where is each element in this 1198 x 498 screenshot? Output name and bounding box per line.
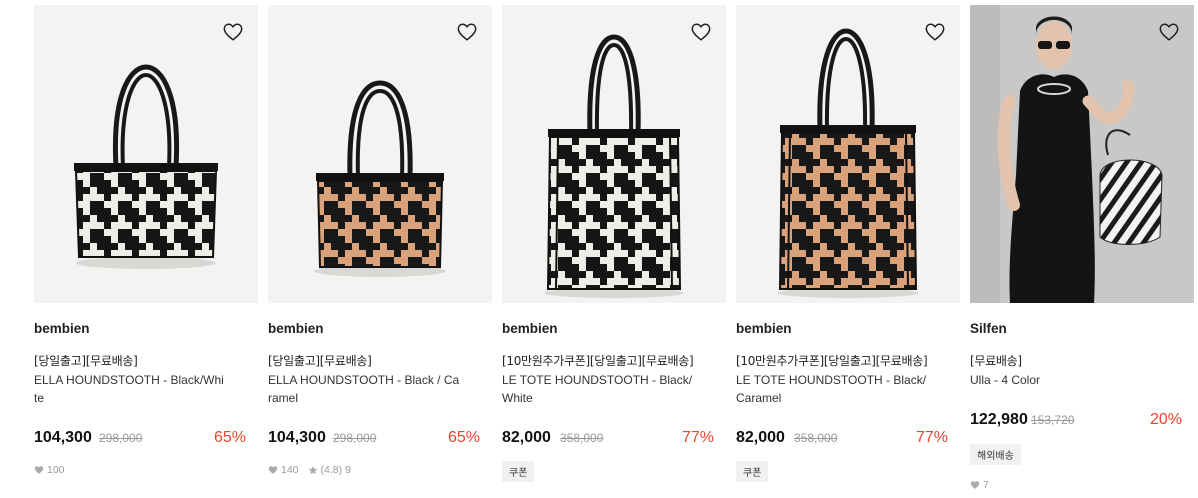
discount-rate: 65% [447, 429, 480, 446]
product-name[interactable]: LE TOTE HOUNDSTOOTH - Black/ White [502, 371, 716, 407]
product-name-line1: Ulla - 4 Color [970, 373, 1041, 387]
bag-image-ella-black-white [34, 5, 258, 303]
sale-price: 104,300 [34, 429, 92, 446]
model-with-zebra-bag-image [970, 5, 1194, 303]
product-name-line2: White [502, 391, 533, 405]
promo-tags: [당일출고][무료배송] [34, 354, 138, 368]
product-card[interactable]: bembien [10만원추가쿠폰][당일출고][무료배송] LE TOTE H… [502, 5, 726, 482]
product-name[interactable]: ELLA HOUNDSTOOTH - Black / Ca ramel [268, 371, 482, 407]
product-name-line1: LE TOTE HOUNDSTOOTH - Black/ [502, 373, 693, 387]
product-image[interactable] [502, 5, 726, 303]
review-count: 9 [345, 464, 351, 476]
product-meta: 140 (4.8) 9 [268, 464, 351, 476]
product-name-line2: ramel [268, 391, 299, 405]
wishlist-heart-icon[interactable] [1158, 21, 1180, 43]
product-image[interactable] [970, 5, 1194, 303]
coupon-badge: 쿠폰 [502, 461, 535, 482]
original-price: 298,000 [333, 431, 377, 445]
price-row: 82,000 358,000 77% [502, 427, 714, 447]
wishlist-heart-icon[interactable] [924, 21, 946, 43]
brand-name[interactable]: bembien [736, 321, 792, 336]
product-name[interactable]: Ulla - 4 Color [970, 371, 1184, 389]
heart-filled-icon [970, 481, 980, 489]
original-price: 298,000 [99, 431, 143, 445]
product-image[interactable] [736, 5, 960, 303]
likes-count: 100 [47, 464, 65, 476]
wishlist-heart-icon[interactable] [222, 21, 244, 43]
product-name-line1: ELLA HOUNDSTOOTH - Black / Ca [268, 373, 460, 387]
product-card[interactable]: bembien [당일출고][무료배송] ELLA HOUNDSTOOTH - … [34, 5, 258, 476]
product-meta: 100 [34, 464, 65, 476]
product-image[interactable] [34, 5, 258, 303]
product-meta: 7 [970, 479, 989, 491]
promo-tags: [무료배송] [970, 354, 1022, 368]
bag-image-le-tote-black-caramel [736, 5, 960, 303]
original-price: 358,000 [560, 431, 604, 445]
brand-name[interactable]: bembien [268, 321, 324, 336]
product-name[interactable]: ELLA HOUNDSTOOTH - Black/Whi te [34, 371, 248, 407]
price-row: 104,300 298,000 65% [34, 427, 246, 447]
star-icon [308, 465, 317, 475]
promo-tags: [10만원추가쿠폰][당일출고][무료배송] [736, 354, 928, 368]
price-row: 122,980 153,720 20% [970, 409, 1182, 429]
product-card[interactable]: bembien [10만원추가쿠폰][당일출고][무료배송] LE TOTE H… [736, 5, 960, 482]
heart-filled-icon [34, 466, 44, 474]
bag-image-ella-black-caramel [268, 5, 492, 303]
sale-price: 82,000 [736, 429, 785, 446]
discount-rate: 77% [681, 429, 714, 446]
wishlist-heart-icon[interactable] [456, 21, 478, 43]
original-price: 358,000 [794, 431, 838, 445]
discount-rate: 77% [915, 429, 948, 446]
brand-name[interactable]: Silfen [970, 321, 1007, 336]
product-name-line2: te [34, 391, 45, 405]
brand-name[interactable]: bembien [34, 321, 90, 336]
sale-price: 122,980 [970, 411, 1028, 428]
price-row: 82,000 358,000 77% [736, 427, 948, 447]
product-name[interactable]: LE TOTE HOUNDSTOOTH - Black/ Caramel [736, 371, 950, 407]
wishlist-heart-icon[interactable] [690, 21, 712, 43]
original-price: 153,720 [1031, 413, 1075, 427]
brand-name[interactable]: bembien [502, 321, 558, 336]
sale-price: 82,000 [502, 429, 551, 446]
product-name-line1: ELLA HOUNDSTOOTH - Black/Whi [34, 373, 224, 387]
product-name-line2: Caramel [736, 391, 782, 405]
product-card[interactable]: bembien [당일출고][무료배송] ELLA HOUNDSTOOTH - … [268, 5, 492, 476]
likes-count: 140 [281, 464, 299, 476]
product-card[interactable]: Silfen [무료배송] Ulla - 4 Color 122,980 153… [970, 5, 1194, 491]
price-row: 104,300 298,000 65% [268, 427, 480, 447]
overseas-shipping-badge: 해외배송 [970, 444, 1021, 465]
discount-rate: 65% [213, 429, 246, 446]
discount-rate: 20% [1149, 411, 1182, 428]
promo-tags: [10만원추가쿠폰][당일출고][무료배송] [502, 354, 694, 368]
sale-price: 104,300 [268, 429, 326, 446]
bag-image-le-tote-black-white [502, 5, 726, 303]
likes-count: 7 [983, 479, 989, 491]
promo-tags: [당일출고][무료배송] [268, 354, 372, 368]
product-name-line1: LE TOTE HOUNDSTOOTH - Black/ [736, 373, 927, 387]
heart-filled-icon [268, 466, 278, 474]
coupon-badge: 쿠폰 [736, 461, 769, 482]
product-image[interactable] [268, 5, 492, 303]
rating-score: (4.8) [320, 464, 343, 476]
